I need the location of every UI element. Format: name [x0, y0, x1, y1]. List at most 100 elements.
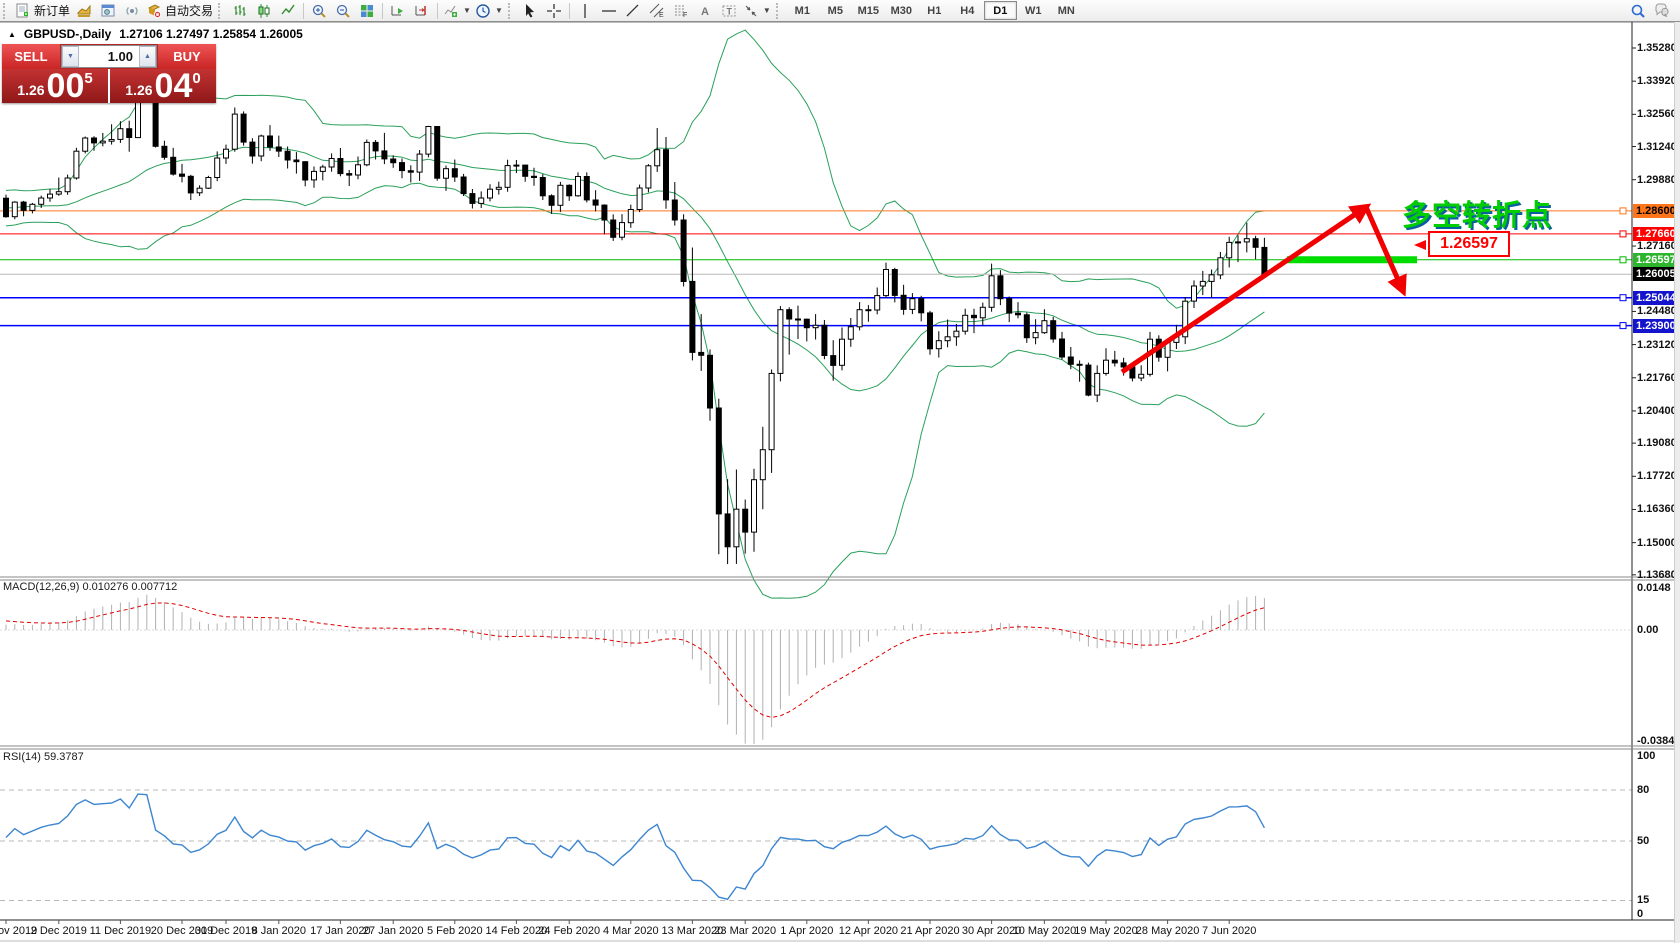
toolbar-separator: [303, 3, 304, 19]
price-axis-tick: 1.21760: [1637, 372, 1677, 384]
timeframe-button-M15[interactable]: M15: [852, 1, 885, 20]
horizontal-line-icon: [601, 3, 617, 19]
chart-canvas[interactable]: [0, 0, 1680, 943]
timeframe-button-M1[interactable]: M1: [786, 1, 819, 20]
chat-button[interactable]: [1650, 2, 1674, 20]
volume-control: ▼ ▲: [61, 45, 157, 68]
crosshair-button[interactable]: [542, 2, 566, 20]
rsi-axis-label: 80: [1637, 784, 1649, 796]
collapse-window-icon[interactable]: ▲: [8, 30, 16, 39]
time-axis-label: 1 Apr 2020: [780, 925, 833, 937]
one-click-trade-panel: SELL ▼ ▲ BUY 1.26 00 5 1.26 04 0: [2, 44, 216, 103]
bid-big-digits: 00: [47, 71, 85, 101]
trading-platform-window: 新订单 自动交易: [0, 0, 1680, 943]
autotrading-button[interactable]: 自动交易: [144, 2, 215, 20]
dropdown-arrow-icon: ▼: [763, 6, 771, 15]
price-axis-tick: 1.29880: [1637, 174, 1677, 186]
text-tool-icon: A: [697, 3, 713, 19]
zoom-out-icon: [335, 3, 351, 19]
trendline-tool[interactable]: [621, 2, 645, 20]
text-tool[interactable]: A: [693, 2, 717, 20]
line-chart-icon: [280, 3, 296, 19]
tile-windows-button[interactable]: [355, 2, 379, 20]
price-axis-level-label: 1.25044: [1633, 291, 1680, 305]
zoom-in-button[interactable]: [307, 2, 331, 20]
ask-pipette: 0: [192, 70, 200, 87]
timeframe-button-W1[interactable]: W1: [1017, 1, 1050, 20]
timeframe-button-D1[interactable]: D1: [984, 1, 1017, 20]
candlestick-button[interactable]: [252, 2, 276, 20]
svg-text:F: F: [683, 12, 687, 19]
time-axis-label: 23 Mar 2020: [714, 925, 776, 937]
indicators-button[interactable]: ▼: [441, 2, 473, 20]
arrows-tool[interactable]: ▼: [741, 2, 773, 20]
cursor-button[interactable]: [518, 2, 542, 20]
timeframe-button-H1[interactable]: H1: [918, 1, 951, 20]
price-axis-tick: 1.31240: [1637, 141, 1677, 153]
time-axis-label: 24 Feb 2020: [538, 925, 600, 937]
text-label-icon: T: [721, 3, 737, 19]
chart-shift-icon: [414, 3, 430, 19]
timeframe-button-H4[interactable]: H4: [951, 1, 984, 20]
time-axis-label: 5 Feb 2020: [427, 925, 483, 937]
price-axis-level-label: 1.26005: [1633, 267, 1680, 281]
new-order-label: 新订单: [34, 2, 70, 19]
timeframe-button-M30[interactable]: M30: [885, 1, 918, 20]
time-axis-label: 17 Jan 2020: [310, 925, 371, 937]
volume-decrease-button[interactable]: ▼: [62, 46, 79, 67]
rsi-axis-label: 100: [1637, 750, 1655, 762]
horizontal-line-tool[interactable]: [597, 2, 621, 20]
rsi-axis-label: 50: [1637, 835, 1649, 847]
volume-increase-button[interactable]: ▲: [139, 46, 156, 67]
rsi-label: RSI(14) 59.3787: [3, 751, 84, 763]
search-button[interactable]: [1626, 2, 1650, 20]
svg-text:E: E: [659, 12, 664, 19]
navigator-button[interactable]: [96, 2, 120, 20]
price-callout-arrow-icon: [1414, 240, 1426, 250]
line-chart-button[interactable]: [276, 2, 300, 20]
price-axis-level-label: 1.23900: [1633, 319, 1680, 333]
fibonacci-icon: F: [673, 3, 689, 19]
vertical-line-tool[interactable]: [573, 2, 597, 20]
search-icon: [1630, 3, 1646, 19]
rsi-axis-label: 15: [1637, 894, 1649, 906]
periods-button[interactable]: ▼: [473, 2, 505, 20]
bar-chart-button[interactable]: [228, 2, 252, 20]
bid-pipette: 5: [84, 70, 92, 87]
zoom-out-button[interactable]: [331, 2, 355, 20]
signals-button[interactable]: [120, 2, 144, 20]
chart-shift-button[interactable]: [410, 2, 434, 20]
sell-button[interactable]: SELL: [2, 44, 60, 69]
price-axis-tick: 1.27160: [1637, 240, 1677, 252]
price-axis-tick: 1.15000: [1637, 537, 1677, 549]
bid-price-display[interactable]: 1.26 00 5: [2, 69, 110, 103]
window-edge-strip: [1674, 21, 1680, 943]
time-axis-label: 21 Apr 2020: [900, 925, 959, 937]
svg-text:T: T: [726, 6, 732, 16]
turning-point-annotation[interactable]: 多空转折点: [1402, 192, 1552, 234]
auto-scroll-button[interactable]: [386, 2, 410, 20]
toolbar-grip: [3, 3, 10, 19]
ask-price-display[interactable]: 1.26 04 0: [110, 69, 216, 103]
ohlc-values: 1.27106 1.27497 1.25854 1.26005: [119, 27, 303, 41]
price-axis-tick: 1.19080: [1637, 437, 1677, 449]
symbol-period: GBPUSD-,Daily: [24, 27, 111, 41]
new-order-icon: [15, 3, 31, 19]
svg-text:A: A: [701, 6, 709, 18]
fibonacci-tool[interactable]: F: [669, 2, 693, 20]
main-toolbar: 新订单 自动交易: [0, 0, 1680, 22]
market-watch-button[interactable]: [72, 2, 96, 20]
text-label-tool[interactable]: T: [717, 2, 741, 20]
channel-tool[interactable]: E: [645, 2, 669, 20]
timeframe-button-MN[interactable]: MN: [1050, 1, 1083, 20]
macd-label: MACD(12,26,9) 0.010276 0.007712: [3, 581, 177, 593]
volume-input[interactable]: [79, 46, 139, 67]
buy-button[interactable]: BUY: [158, 44, 216, 69]
candlestick-icon: [256, 3, 272, 19]
price-callout-label[interactable]: 1.26597: [1428, 231, 1510, 257]
new-order-button[interactable]: 新订单: [13, 2, 72, 20]
bar-chart-icon: [232, 3, 248, 19]
timeframe-button-M5[interactable]: M5: [819, 1, 852, 20]
ask-big-digits: 04: [155, 71, 193, 101]
time-axis-label: 2 Dec 2019: [31, 925, 87, 937]
